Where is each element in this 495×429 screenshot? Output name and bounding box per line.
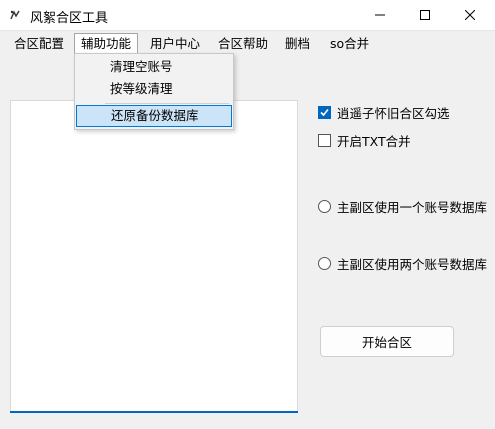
app-icon — [8, 8, 22, 22]
maximize-button[interactable] — [403, 0, 447, 30]
single-account-db-radio[interactable]: 主副区使用一个账号数据库 — [318, 197, 487, 216]
menu-item-clean-by-level[interactable]: 按等级清理 — [76, 78, 232, 100]
menu-item-restore-backup-db[interactable]: 还原备份数据库 — [76, 105, 232, 127]
checkbox-checked-icon — [318, 106, 331, 119]
menu-item-clear-empty-accounts[interactable]: 清理空账号 — [76, 56, 232, 78]
menu-user-center[interactable]: 用户中心 — [144, 33, 206, 54]
txt-merge-checkbox[interactable]: 开启TXT合并 — [318, 131, 411, 150]
title-bar: 风絮合区工具 — [0, 0, 495, 31]
two-account-db-radio[interactable]: 主副区使用两个账号数据库 — [318, 254, 487, 273]
minimize-icon — [375, 14, 385, 16]
menu-separator — [105, 103, 229, 104]
start-merge-button[interactable]: 开始合区 — [320, 326, 454, 357]
minimize-button[interactable] — [358, 0, 402, 30]
radio-icon — [318, 257, 331, 270]
checkbox-unchecked-icon — [318, 134, 331, 147]
close-button[interactable] — [448, 0, 492, 30]
menu-merge-config[interactable]: 合区配置 — [8, 33, 70, 54]
radio-icon — [318, 200, 331, 213]
window-title: 风絮合区工具 — [30, 11, 109, 26]
menu-so-merge[interactable]: so合并 — [324, 33, 375, 54]
nostalgic-merge-checkbox[interactable]: 逍遥子怀旧合区勾选 — [318, 103, 450, 122]
window-edge — [0, 60, 2, 420]
nostalgic-merge-label: 逍遥子怀旧合区勾选 — [337, 106, 450, 121]
single-account-db-label: 主副区使用一个账号数据库 — [337, 200, 488, 215]
auxiliary-dropdown-menu: 清理空账号 按等级清理 还原备份数据库 — [74, 53, 234, 130]
txt-merge-label: 开启TXT合并 — [337, 134, 411, 149]
menu-merge-help[interactable]: 合区帮助 — [212, 33, 274, 54]
maximize-icon — [420, 10, 430, 20]
server-list-box[interactable] — [10, 100, 298, 413]
menu-auxiliary[interactable]: 辅助功能 — [74, 33, 139, 54]
two-account-db-label: 主副区使用两个账号数据库 — [337, 257, 488, 272]
menu-delete-archive[interactable]: 删档 — [279, 33, 316, 54]
list-focus-underline — [10, 411, 298, 413]
close-icon — [465, 10, 475, 20]
